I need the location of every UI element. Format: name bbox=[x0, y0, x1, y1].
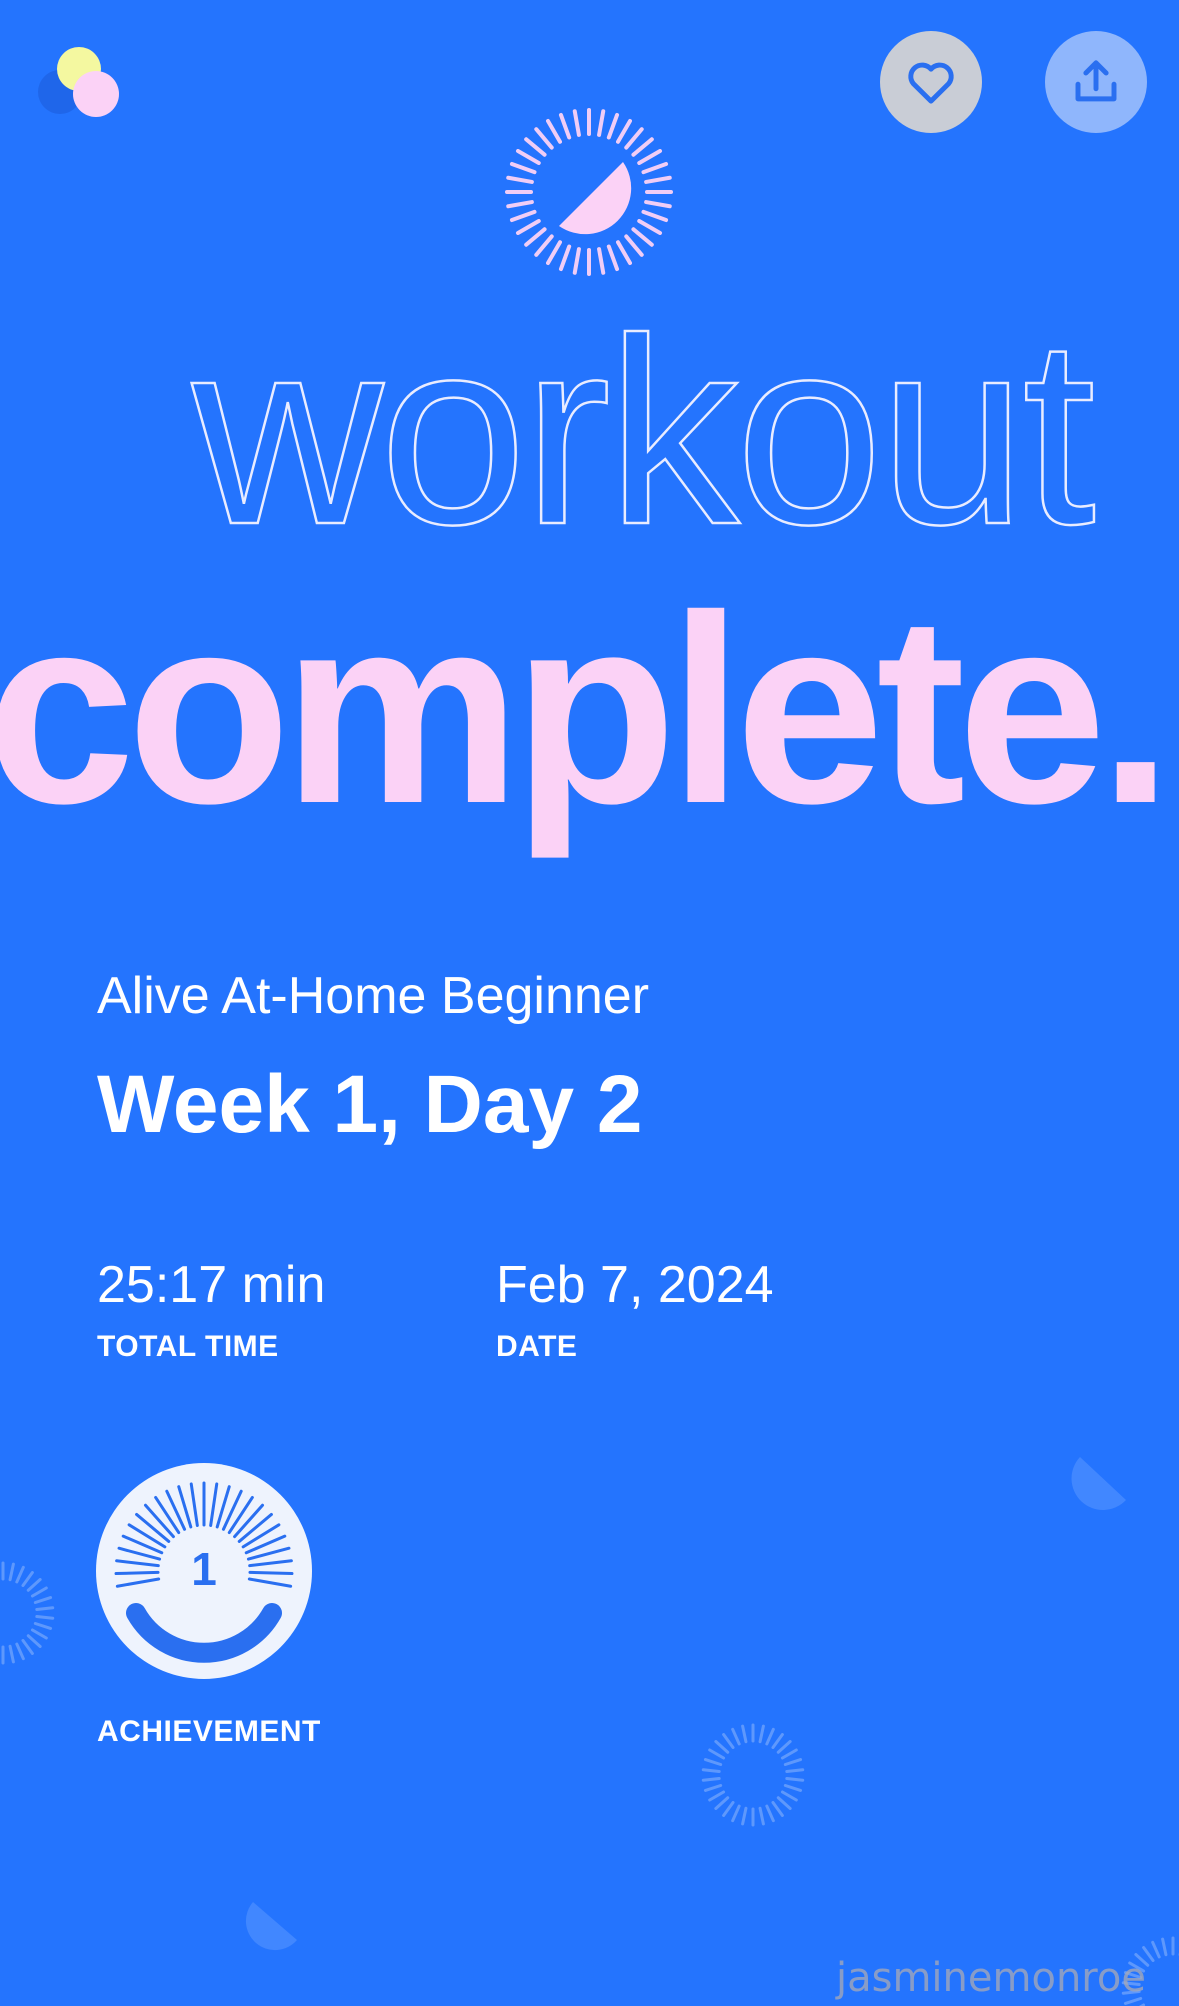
date-value: Feb 7, 2024 bbox=[496, 1256, 774, 1314]
app-logo-icon[interactable] bbox=[36, 42, 126, 132]
watermark: jasminemonroe bbox=[836, 1955, 1146, 2001]
program-name: Alive At-Home Beginner bbox=[97, 967, 650, 1025]
achievement-number: 1 bbox=[191, 1543, 217, 1595]
share-button[interactable] bbox=[1045, 31, 1147, 133]
total-time-label: TOTAL TIME bbox=[97, 1330, 279, 1363]
sun-half-icon bbox=[505, 108, 673, 276]
workout-outline-title: workout bbox=[191, 284, 1097, 580]
heart-icon bbox=[908, 62, 954, 104]
achievement-label: ACHIEVEMENT bbox=[97, 1715, 321, 1748]
date-label: DATE bbox=[496, 1330, 578, 1363]
half-circle-decoration-icon bbox=[1071, 1457, 1126, 1510]
total-time-value: 25:17 min bbox=[97, 1256, 326, 1314]
sun-ring-decoration-icon bbox=[701, 1723, 805, 1827]
sun-ring-decoration-icon bbox=[1, 1561, 55, 1665]
half-circle-decoration-icon bbox=[245, 1902, 297, 1951]
favorite-button[interactable] bbox=[880, 31, 982, 133]
achievement-badge-icon[interactable]: 1 bbox=[96, 1463, 312, 1679]
complete-title: complete. bbox=[0, 559, 1173, 859]
session-title: Week 1, Day 2 bbox=[97, 1059, 643, 1150]
share-upload-icon bbox=[1075, 60, 1117, 102]
